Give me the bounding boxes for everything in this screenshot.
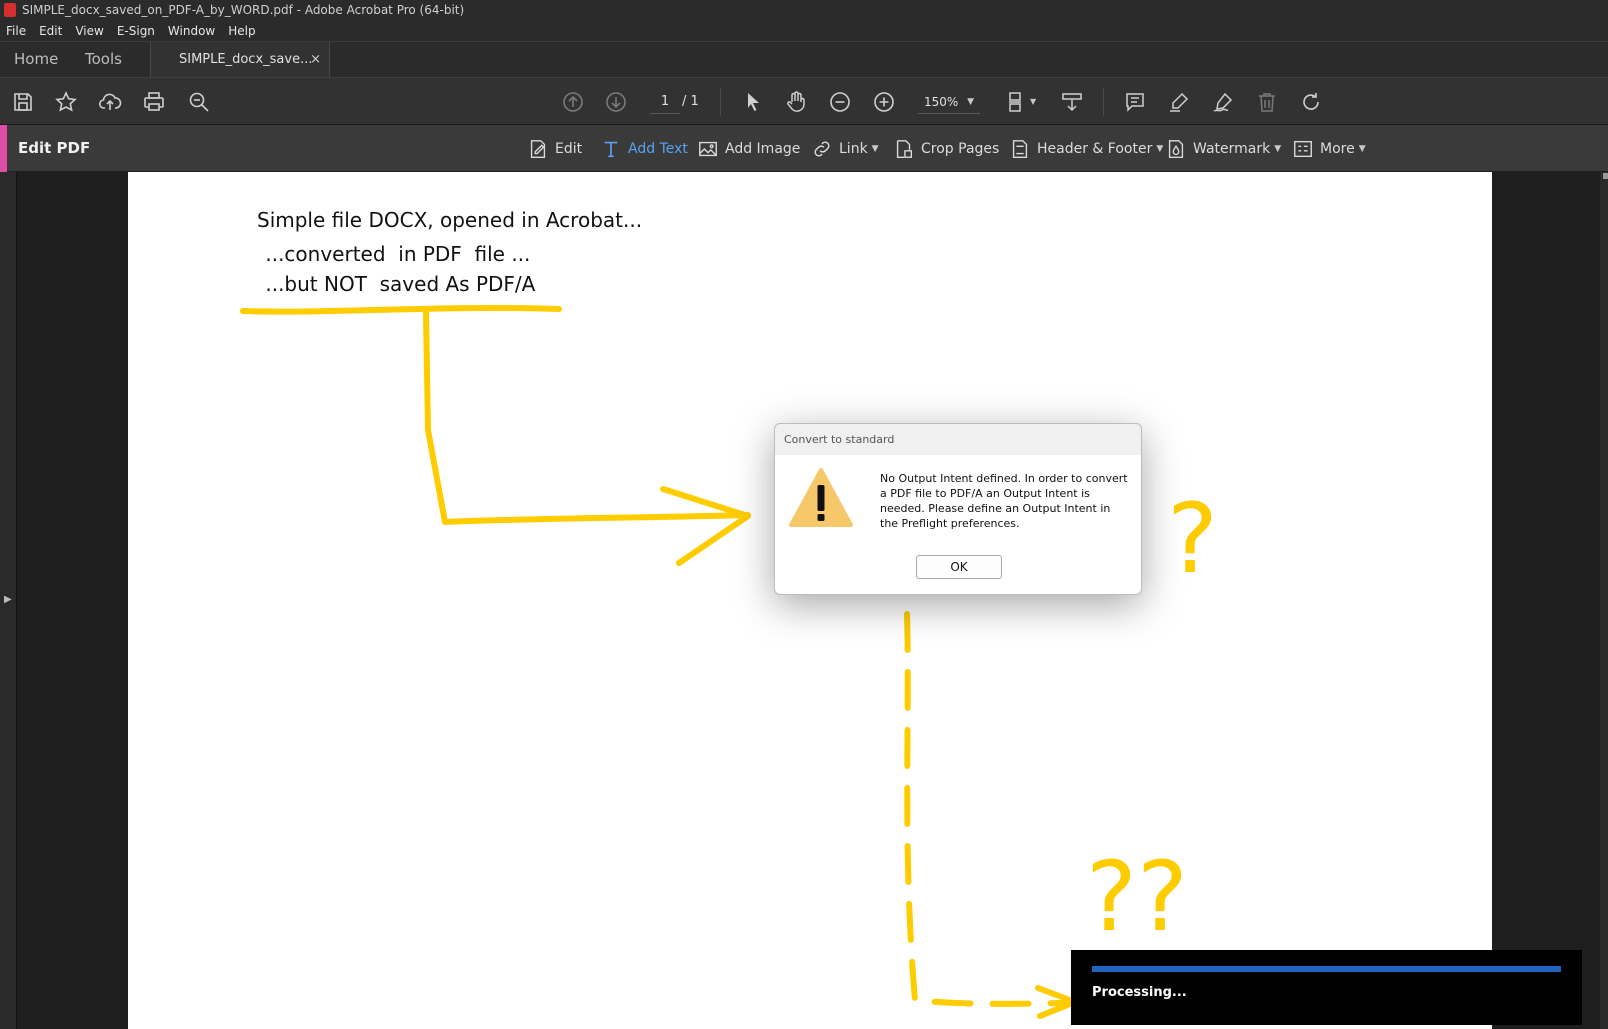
edit-tool-button[interactable]: Edit [527, 137, 582, 161]
header-footer-label: Header & Footer [1037, 141, 1153, 157]
left-panel-rail: ▶ [0, 172, 17, 1029]
scrolling-mode-icon[interactable] [1058, 88, 1086, 116]
toolbar-divider [1103, 88, 1104, 116]
chevron-down-icon[interactable]: ▼ [1030, 97, 1036, 106]
document-line-3: ...but NOT saved As PDF/A [259, 272, 536, 296]
add-text-button[interactable]: Add Text [600, 137, 688, 161]
tab-home[interactable]: Home [14, 50, 58, 68]
acrobat-logo-icon [4, 3, 16, 17]
expand-panel-icon[interactable]: ▶ [4, 594, 12, 605]
menu-window[interactable]: Window [168, 24, 215, 38]
processing-panel: Processing... [1071, 950, 1582, 1025]
convert-to-standard-dialog: Convert to standard No Output Intent def… [774, 423, 1142, 595]
text-t-icon [604, 141, 618, 158]
scrollbar-thumb[interactable] [1603, 173, 1608, 179]
chevron-down-icon: ▼ [1358, 144, 1366, 154]
more-button[interactable]: More ▼ [1292, 137, 1366, 161]
crop-pages-button[interactable]: Crop Pages [893, 137, 999, 161]
sign-pen-icon[interactable] [1209, 88, 1237, 116]
title-bar: SIMPLE_docx_saved_on_PDF-A_by_WORD.pdf -… [0, 0, 1608, 20]
page-display-icon[interactable] [1003, 88, 1031, 116]
add-image-button[interactable]: Add Image [697, 137, 800, 161]
dialog-message: No Output Intent defined. In order to co… [880, 472, 1128, 530]
next-page-icon[interactable] [602, 88, 630, 116]
add-image-label: Add Image [725, 141, 801, 157]
print-icon[interactable] [140, 88, 168, 116]
zoom-level-value: 150% [924, 95, 959, 109]
tab-document-label: SIMPLE_docx_save... [179, 52, 313, 67]
zoom-in-icon[interactable] [870, 88, 898, 116]
document-line-1: Simple file DOCX, opened in Acrobat... [257, 208, 643, 232]
vertical-scrollbar[interactable] [1600, 172, 1608, 1029]
window-title: SIMPLE_docx_saved_on_PDF-A_by_WORD.pdf -… [22, 3, 465, 17]
chevron-down-icon: ▼ [967, 97, 974, 107]
processing-label: Processing... [1092, 985, 1187, 1000]
highlight-pen-icon[interactable] [1165, 88, 1193, 116]
zoom-level-dropdown[interactable]: 150% ▼ [918, 90, 980, 114]
chevron-down-icon: ▼ [1156, 144, 1164, 154]
ok-button[interactable]: OK [916, 555, 1002, 579]
chevron-down-icon: ▼ [1274, 144, 1282, 154]
link-icon [814, 141, 830, 157]
page-total: / 1 [682, 94, 699, 109]
menu-bar: File Edit View E-Sign Window Help [0, 20, 1608, 41]
edit-pdf-bar: Edit PDF Edit Add Text Add Image Link ▼ … [0, 125, 1608, 172]
edit-text-icon [530, 140, 546, 158]
zoom-out-icon[interactable] [826, 88, 854, 116]
rotate-icon[interactable] [1297, 88, 1325, 116]
menu-edit[interactable]: Edit [39, 24, 62, 38]
more-label: More [1320, 141, 1355, 157]
link-label: Link [839, 141, 868, 157]
header-footer-button[interactable]: Header & Footer ▼ [1009, 137, 1163, 161]
edit-pdf-accent [0, 125, 7, 172]
tab-tools[interactable]: Tools [85, 50, 122, 68]
select-cursor-icon[interactable] [739, 88, 767, 116]
warning-icon [789, 468, 853, 527]
menu-view[interactable]: View [75, 24, 103, 38]
trash-icon[interactable] [1253, 88, 1281, 116]
dialog-body: No Output Intent defined. In order to co… [775, 455, 1141, 594]
hand-tool-icon[interactable] [782, 88, 810, 116]
crop-icon [896, 140, 913, 158]
crop-pages-label: Crop Pages [921, 141, 1000, 157]
document-line-2: ...converted in PDF file ... [259, 242, 531, 266]
watermark-button[interactable]: Watermark ▼ [1165, 137, 1281, 161]
menu-file[interactable]: File [6, 24, 26, 38]
link-button[interactable]: Link ▼ [811, 137, 879, 161]
star-icon[interactable] [52, 88, 80, 116]
image-icon [699, 141, 717, 157]
chevron-down-icon: ▼ [871, 144, 879, 154]
toolbar-divider [720, 88, 721, 116]
watermark-icon [1168, 140, 1184, 158]
pdf-page [128, 172, 1492, 1029]
close-tab-icon[interactable]: × [310, 42, 321, 78]
progress-bar [1092, 966, 1561, 972]
add-text-label: Add Text [628, 141, 688, 157]
menu-help[interactable]: Help [228, 24, 255, 38]
acrobat-window: SIMPLE_docx_saved_on_PDF-A_by_WORD.pdf -… [0, 0, 1608, 1029]
menu-esign[interactable]: E-Sign [117, 24, 155, 38]
watermark-label: Watermark [1193, 141, 1271, 157]
previous-page-icon[interactable] [559, 88, 587, 116]
zoom-search-icon[interactable] [185, 88, 213, 116]
tab-bar: Home Tools SIMPLE_docx_save... × [0, 41, 1608, 78]
header-footer-icon [1012, 140, 1028, 158]
cloud-upload-icon[interactable] [96, 88, 124, 116]
more-options-icon [1294, 140, 1312, 158]
tab-document[interactable]: SIMPLE_docx_save... × [150, 42, 330, 78]
save-icon[interactable] [9, 88, 37, 116]
dialog-title: Convert to standard [784, 433, 895, 446]
comment-icon[interactable] [1121, 88, 1149, 116]
edit-tool-label: Edit [555, 141, 583, 157]
main-toolbar: 1 / 1 150% ▼ ▼ [0, 77, 1608, 125]
edit-pdf-title: Edit PDF [18, 139, 91, 157]
page-number-input[interactable]: 1 [650, 90, 680, 114]
